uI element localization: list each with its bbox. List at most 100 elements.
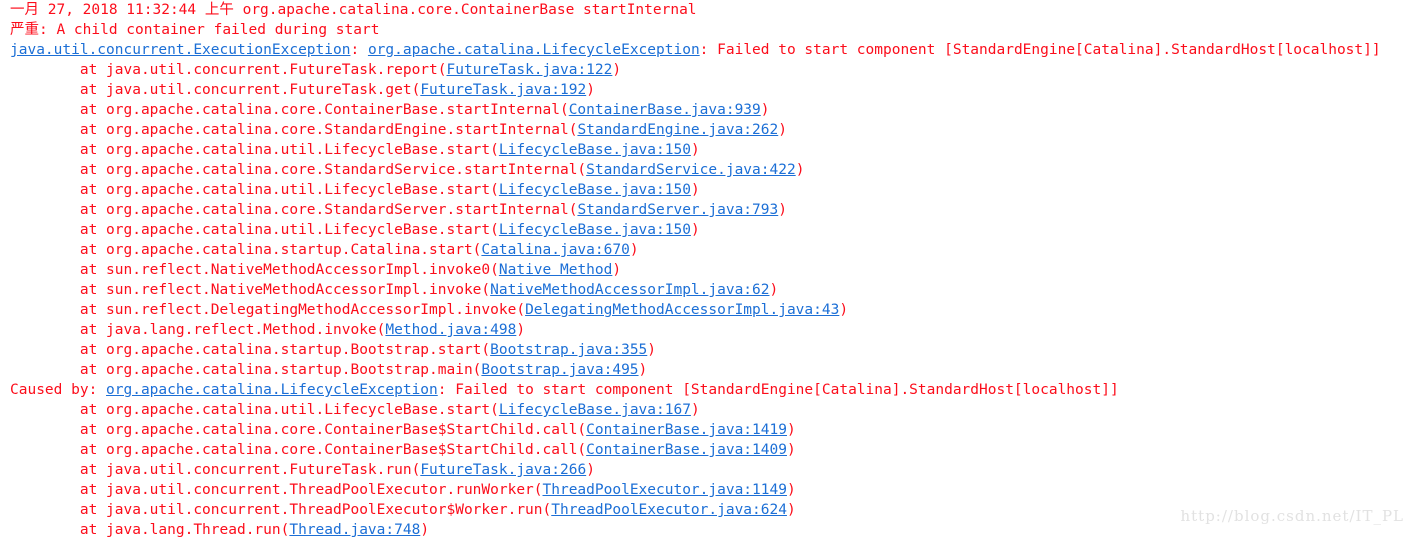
log-text: at sun.reflect.NativeMethodAccessorImpl.… [10,262,499,278]
log-text: at java.util.concurrent.FutureTask.run( [10,462,421,478]
line-frame-12: at sun.reflect.NativeMethodAccessorImpl.… [0,280,1416,300]
log-text: ) [647,342,657,358]
log-text: at java.util.concurrent.FutureTask.get( [10,82,421,98]
line-exception-header: java.util.concurrent.ExecutionException:… [0,40,1416,60]
console-output-panel[interactable]: 一月 27, 2018 11:32:44 上午 org.apache.catal… [0,0,1416,538]
line-cause-frame-1: at org.apache.catalina.util.LifecycleBas… [0,400,1416,420]
source-link[interactable]: Native Method [499,262,613,278]
source-link[interactable]: Bootstrap.java:355 [490,342,647,358]
log-text: ) [420,522,430,538]
log-text: at org.apache.catalina.core.ContainerBas… [10,442,587,458]
line-frame-14: at java.lang.reflect.Method.invoke(Metho… [0,320,1416,340]
source-link[interactable]: StandardService.java:422 [586,162,796,178]
source-link[interactable]: FutureTask.java:266 [420,462,586,478]
line-caused-by: Caused by: org.apache.catalina.Lifecycle… [0,380,1416,400]
source-link[interactable]: ThreadPoolExecutor.java:1149 [543,482,787,498]
log-text: ) [786,502,796,518]
line-frame-4: at org.apache.catalina.core.StandardEngi… [0,120,1416,140]
source-link[interactable]: LifecycleBase.java:150 [499,142,691,158]
line-frame-11: at sun.reflect.NativeMethodAccessorImpl.… [0,260,1416,280]
log-text: at org.apache.catalina.core.StandardEngi… [10,122,578,138]
source-link[interactable]: Catalina.java:670 [481,242,629,258]
log-text: ) [690,142,700,158]
log-text: ) [769,282,779,298]
source-link[interactable]: FutureTask.java:192 [420,82,586,98]
log-text: ) [516,322,526,338]
log-text: at java.lang.Thread.run( [10,522,290,538]
line-severity-message: 严重: A child container failed during star… [0,20,1416,40]
log-text: at org.apache.catalina.util.LifecycleBas… [10,182,499,198]
log-text: at sun.reflect.NativeMethodAccessorImpl.… [10,282,491,298]
source-link[interactable]: org.apache.catalina.LifecycleException [368,42,700,58]
line-cause-frame-3: at org.apache.catalina.core.ContainerBas… [0,440,1416,460]
log-text: ) [629,242,639,258]
log-text: ) [690,182,700,198]
log-text: 一月 27, 2018 11:32:44 上午 org.apache.catal… [10,2,697,18]
line-frame-3: at org.apache.catalina.core.ContainerBas… [0,100,1416,120]
log-text: at org.apache.catalina.core.StandardServ… [10,202,578,218]
log-text: : Failed to start component [StandardEng… [699,42,1381,58]
log-text: ) [786,442,796,458]
line-frame-5: at org.apache.catalina.util.LifecycleBas… [0,140,1416,160]
log-text: at java.util.concurrent.ThreadPoolExecut… [10,502,552,518]
log-text: ) [795,162,805,178]
log-text: at org.apache.catalina.core.StandardServ… [10,162,587,178]
log-text: ) [586,82,595,98]
stack-trace-log: 一月 27, 2018 11:32:44 上午 org.apache.catal… [0,0,1416,540]
log-text: at org.apache.catalina.startup.Catalina.… [10,242,482,258]
line-frame-9: at org.apache.catalina.util.LifecycleBas… [0,220,1416,240]
line-frame-7: at org.apache.catalina.util.LifecycleBas… [0,180,1416,200]
log-text: at java.util.concurrent.ThreadPoolExecut… [10,482,543,498]
source-link[interactable]: FutureTask.java:122 [447,62,613,78]
source-link[interactable]: LifecycleBase.java:150 [499,182,691,198]
source-link[interactable]: StandardEngine.java:262 [577,122,778,138]
line-cause-frame-6: at java.util.concurrent.ThreadPoolExecut… [0,500,1416,520]
log-text: ) [690,222,700,238]
source-link[interactable]: LifecycleBase.java:167 [499,402,691,418]
line-frame-8: at org.apache.catalina.core.StandardServ… [0,200,1416,220]
source-link[interactable]: StandardServer.java:793 [577,202,778,218]
log-text: at org.apache.catalina.startup.Bootstrap… [10,342,491,358]
line-frame-6: at org.apache.catalina.core.StandardServ… [0,160,1416,180]
log-text: ) [612,62,622,78]
source-link[interactable]: ThreadPoolExecutor.java:624 [551,502,787,518]
source-link[interactable]: Thread.java:748 [289,522,420,538]
log-text: at java.lang.reflect.Method.invoke( [10,322,386,338]
log-text: at sun.reflect.DelegatingMethodAccessorI… [10,302,526,318]
line-frame-10: at org.apache.catalina.startup.Catalina.… [0,240,1416,260]
log-text: at org.apache.catalina.util.LifecycleBas… [10,402,499,418]
log-text: ) [586,462,595,478]
log-text: at org.apache.catalina.startup.Bootstrap… [10,362,482,378]
log-text: ) [778,202,787,218]
line-cause-frame-5: at java.util.concurrent.ThreadPoolExecut… [0,480,1416,500]
line-cause-frame-4: at java.util.concurrent.FutureTask.run(F… [0,460,1416,480]
line-frame-1: at java.util.concurrent.FutureTask.repor… [0,60,1416,80]
source-link[interactable]: NativeMethodAccessorImpl.java:62 [490,282,769,298]
source-link[interactable]: org.apache.catalina.LifecycleException [106,382,438,398]
source-link[interactable]: LifecycleBase.java:150 [499,222,691,238]
log-text: ) [786,422,796,438]
log-text: : [350,42,368,58]
source-link[interactable]: ContainerBase.java:939 [569,102,761,118]
line-frame-13: at sun.reflect.DelegatingMethodAccessorI… [0,300,1416,320]
source-link[interactable]: Method.java:498 [385,322,516,338]
source-link[interactable]: ContainerBase.java:1409 [586,442,787,458]
source-link[interactable]: Bootstrap.java:495 [481,362,638,378]
log-text: at org.apache.catalina.util.LifecycleBas… [10,142,499,158]
line-frame-2: at java.util.concurrent.FutureTask.get(F… [0,80,1416,100]
log-text: 严重: A child container failed during star… [10,22,380,38]
line-timestamp-logger: 一月 27, 2018 11:32:44 上午 org.apache.catal… [0,0,1416,20]
log-text: at org.apache.catalina.util.LifecycleBas… [10,222,499,238]
line-frame-15: at org.apache.catalina.startup.Bootstrap… [0,340,1416,360]
log-text: at org.apache.catalina.core.ContainerBas… [10,102,569,118]
log-text: at java.util.concurrent.FutureTask.repor… [10,62,447,78]
log-text: ) [760,102,770,118]
log-text: ) [638,362,648,378]
source-link[interactable]: java.util.concurrent.ExecutionException [10,42,350,58]
line-cause-frame-7: at java.lang.Thread.run(Thread.java:748) [0,520,1416,540]
source-link[interactable]: ContainerBase.java:1419 [586,422,787,438]
log-text: ) [612,262,622,278]
log-text: ) [786,482,796,498]
log-text: ) [690,402,700,418]
source-link[interactable]: DelegatingMethodAccessorImpl.java:43 [525,302,839,318]
